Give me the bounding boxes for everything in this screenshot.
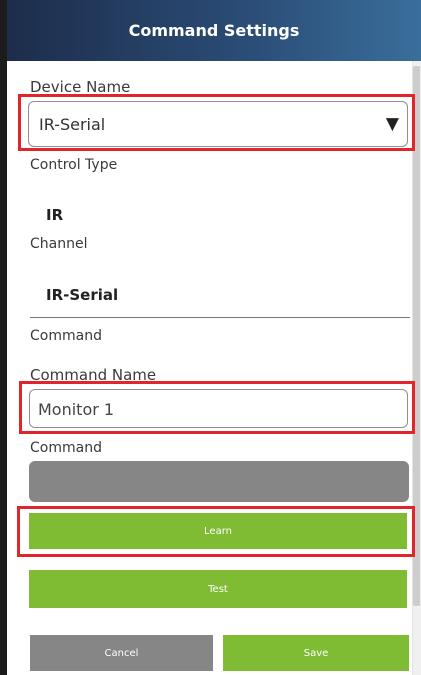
command-label: Command [30,440,102,456]
control-type-value: IR [46,206,64,224]
learn-button-highlight [17,506,415,557]
command-section-label: Command [30,328,102,344]
save-button[interactable]: Save [223,635,409,671]
test-button[interactable]: Test [29,570,407,608]
window-left-border [0,0,7,675]
section-divider [30,317,410,318]
cancel-button[interactable]: Cancel [30,635,213,671]
dialog-title: Command Settings [128,21,300,40]
dialog-header: Command Settings [7,0,421,61]
device-select-highlight [18,94,415,151]
command-field [29,461,409,502]
channel-label: Channel [30,236,88,252]
channel-value: IR-Serial [46,286,119,304]
control-type-label: Control Type [30,157,118,173]
command-name-highlight [19,381,415,434]
